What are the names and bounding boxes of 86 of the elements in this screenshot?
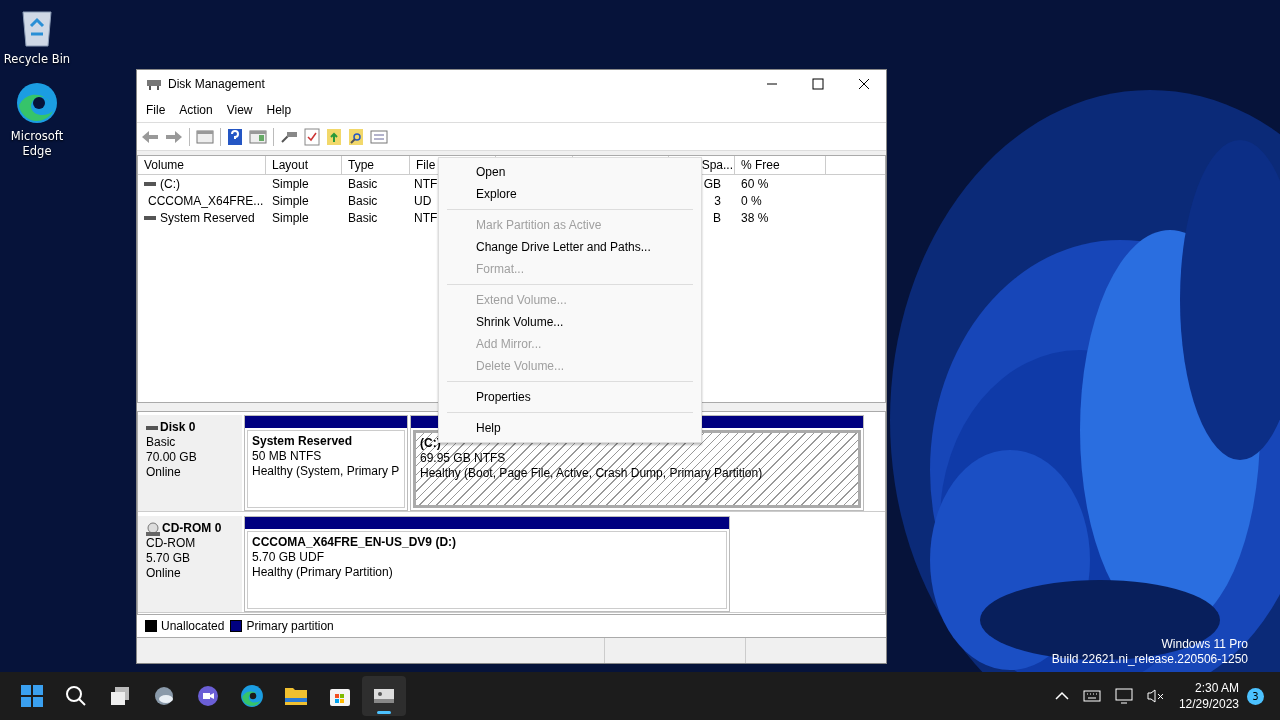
partition-size: 5.70 GB UDF: [252, 550, 325, 565]
context-menu-item[interactable]: Explore: [439, 183, 701, 205]
partition-status: Healthy (Primary Partition): [252, 565, 393, 580]
disk-detail: Online: [146, 566, 182, 581]
context-menu-item[interactable]: Properties: [439, 386, 701, 408]
disk-name: Disk 0: [160, 420, 196, 435]
clock-time[interactable]: 2:30 AM: [1194, 680, 1239, 696]
os-build-text: Windows 11 Pro: [1161, 637, 1248, 652]
table-cell: 38 %: [741, 210, 769, 225]
clock-date[interactable]: 12/29/2023: [1178, 696, 1239, 712]
chevron-up-icon[interactable]: [1054, 691, 1069, 701]
disc-icon: [146, 521, 160, 536]
video-chat-icon[interactable]: [197, 685, 219, 707]
muted-speaker-icon[interactable]: [1146, 688, 1165, 704]
context-menu-item[interactable]: Shrink Volume...: [439, 311, 701, 333]
table-cell: GB: [703, 176, 721, 191]
column-header[interactable]: % Free: [741, 158, 780, 172]
desktop-icon-label[interactable]: Recycle Bin: [2, 52, 72, 67]
menu-item[interactable]: File: [146, 103, 166, 117]
table-cell: Simple: [272, 176, 309, 191]
folder-up-icon[interactable]: [326, 127, 342, 146]
partition-block[interactable]: CCCOMA_X64FRE_EN-US_DV9 (D:) 5.70 GB UDF Healthy (Primary Partition): [244, 516, 730, 612]
partition-block[interactable]: System Reserved 50 MB NTFS Healthy (System, Primary P: [244, 415, 408, 511]
table-cell: NTF: [414, 210, 438, 225]
table-cell: Basic: [348, 193, 378, 208]
menu-item[interactable]: Action: [179, 103, 213, 117]
desktop-icon-label[interactable]: Microsoft Edge: [2, 129, 72, 159]
table-cell: Simple: [272, 210, 309, 225]
partition-status: Healthy (System, Primary P: [252, 464, 400, 479]
menu-item[interactable]: Help: [266, 103, 292, 117]
disk-detail: CD-ROM: [146, 536, 197, 551]
browser-icon[interactable]: [240, 684, 264, 708]
browser-icon[interactable]: [15, 81, 59, 125]
partition-size: 50 MB NTFS: [252, 449, 322, 464]
os-build-text: Build 22621.ni_release.220506-1250: [1051, 652, 1248, 667]
table-cell: NTF: [414, 176, 438, 191]
context-menu-item[interactable]: Open: [439, 161, 701, 183]
disk-detail: 5.70 GB: [146, 551, 192, 566]
disk-icon: [146, 77, 162, 91]
table-cell: System Reserved: [160, 210, 255, 225]
disk-name: CD-ROM 0: [162, 521, 222, 536]
table-cell: 3: [714, 193, 721, 208]
legend-label: Unallocated: [161, 619, 225, 633]
help-icon[interactable]: [227, 127, 243, 146]
maximize-icon[interactable]: [812, 78, 824, 90]
disk-detail: Online: [146, 465, 182, 480]
table-cell: Basic: [348, 210, 378, 225]
monitor-icon[interactable]: [1114, 688, 1133, 704]
context-menu-item[interactable]: Help: [439, 417, 701, 439]
notification-badge[interactable]: 3: [1247, 687, 1264, 705]
column-header[interactable]: Layout: [272, 158, 309, 172]
context-menu-item[interactable]: Change Drive Letter and Paths...: [439, 236, 701, 258]
disk-detail: Basic: [146, 435, 177, 450]
table-cell: CCCOMA_X64FRE...: [148, 193, 264, 208]
forward-arrow-icon[interactable]: [165, 128, 183, 145]
partition-size: 69.95 GB NTFS: [420, 451, 506, 466]
task-view-icon[interactable]: [109, 685, 131, 707]
column-header[interactable]: Spa...: [701, 158, 733, 172]
console-tree-icon[interactable]: [196, 128, 214, 145]
table-cell: (C:): [160, 176, 180, 191]
partition-title: System Reserved: [252, 434, 353, 449]
back-arrow-icon[interactable]: [141, 128, 159, 145]
table-cell: 0 %: [741, 193, 762, 208]
table-cell: B: [713, 210, 721, 225]
menu-item[interactable]: View: [226, 103, 253, 117]
table-cell: Simple: [272, 193, 309, 208]
column-header[interactable]: Type: [348, 158, 374, 172]
disk-detail: 70.00 GB: [146, 450, 198, 465]
cloud-icon[interactable]: [153, 685, 175, 707]
keyboard-icon[interactable]: [1082, 690, 1101, 702]
search-icon[interactable]: [65, 685, 87, 707]
column-header[interactable]: File: [416, 158, 436, 172]
partition-status: Healthy (Boot, Page File, Active, Crash Dump, Primary Partition): [420, 466, 763, 481]
table-cell: 60 %: [741, 176, 769, 191]
legend-label: Primary partition: [246, 619, 334, 633]
panel-icon[interactable]: [249, 128, 267, 145]
table-cell: UD: [414, 193, 432, 208]
table-cell: Basic: [348, 176, 378, 191]
checklist-icon[interactable]: [304, 127, 320, 146]
window-title: Disk Management: [168, 77, 265, 91]
column-header[interactable]: Volume: [144, 158, 185, 172]
folder-icon[interactable]: [284, 685, 308, 707]
start-icon[interactable]: [21, 685, 43, 707]
search-folder-icon[interactable]: [348, 127, 364, 146]
partition-title: CCCOMA_X64FRE_EN-US_DV9 (D:): [252, 535, 457, 550]
close-icon[interactable]: [858, 78, 870, 90]
